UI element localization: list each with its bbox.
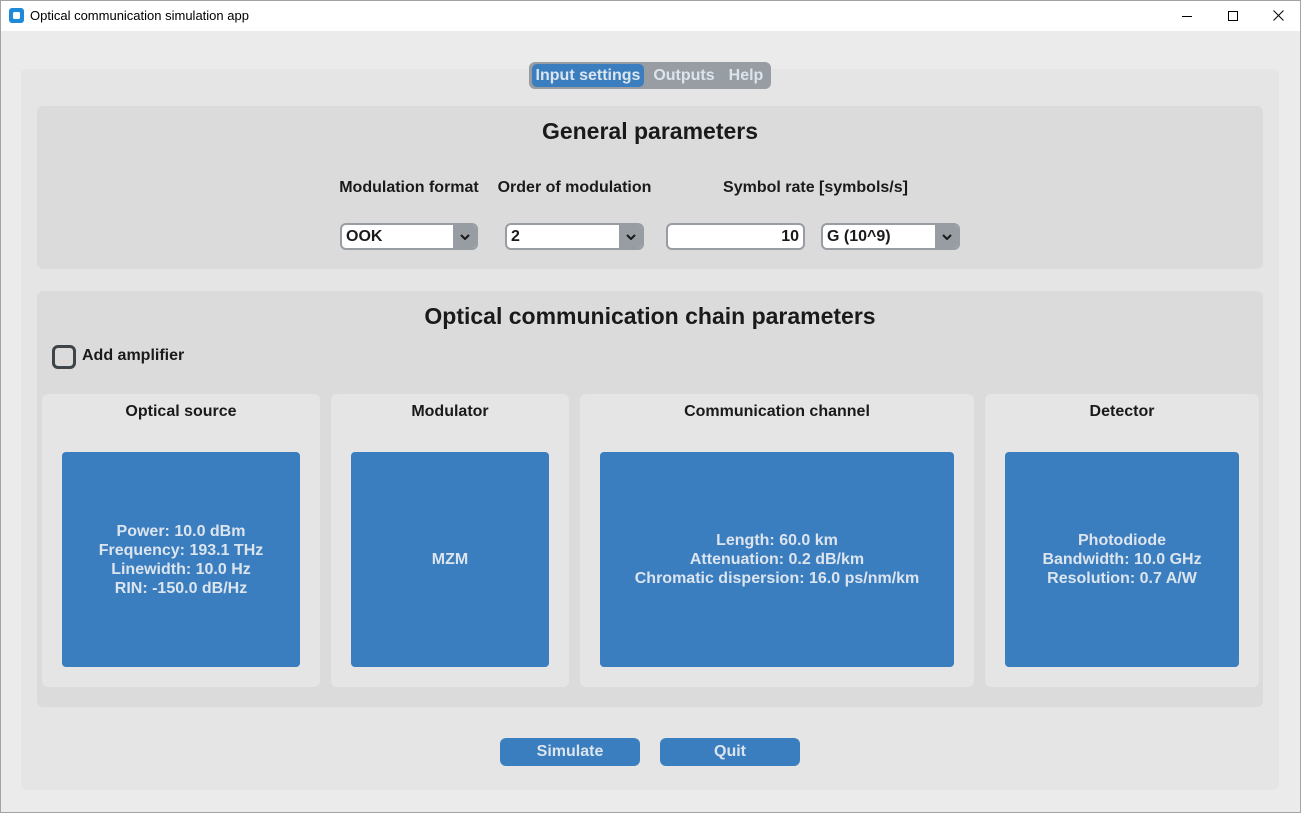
modulator-title: Modulator xyxy=(411,403,489,420)
modulator-panel: Modulator MZM xyxy=(331,394,569,687)
maximize-button[interactable] xyxy=(1210,0,1256,31)
detector-panel: Detector Photodiode Bandwidth: 10.0 GHz … xyxy=(985,394,1259,687)
symbol-rate-label: Symbol rate [symbols/s] xyxy=(723,179,908,196)
title-bar[interactable]: Optical communication simulation app xyxy=(0,0,1301,31)
general-parameters-title: General parameters xyxy=(541,118,759,144)
add-amplifier-checkbox[interactable] xyxy=(52,345,76,369)
chevron-down-icon xyxy=(625,233,636,240)
modulation-format-select[interactable]: OOK xyxy=(340,223,478,250)
optical-source-linewidth: Linewidth: 10.0 Hz xyxy=(111,560,251,578)
channel-length: Length: 60.0 km xyxy=(716,532,838,549)
chevron-down-icon xyxy=(459,233,470,240)
channel-attenuation: Attenuation: 0.2 dB/km xyxy=(689,551,865,568)
maximize-icon xyxy=(1228,10,1238,21)
app-icon xyxy=(9,8,24,23)
optical-source-power: Power: 10.0 dBm xyxy=(116,522,246,540)
detector-bandwidth: Bandwidth: 10.0 GHz xyxy=(1042,551,1202,568)
communication-channel-title: Communication channel xyxy=(684,403,870,420)
optical-source-title: Optical source xyxy=(125,403,237,420)
tab-switcher: Input settings Outputs Help xyxy=(529,62,771,89)
tab-outputs[interactable]: Outputs xyxy=(644,64,724,87)
symbol-rate-unit-dropdown-button[interactable] xyxy=(935,225,958,248)
chevron-down-icon xyxy=(941,233,952,240)
modulator-button[interactable]: MZM xyxy=(351,452,549,667)
close-button[interactable] xyxy=(1256,0,1301,31)
detector-title: Detector xyxy=(1089,403,1155,420)
detector-resolution: Resolution: 0.7 A/W xyxy=(1047,570,1197,587)
optical-source-frequency: Frequency: 193.1 THz xyxy=(98,541,264,559)
symbol-rate-input[interactable] xyxy=(666,223,805,250)
optical-source-panel: Optical source Power: 10.0 dBm Frequency… xyxy=(42,394,320,687)
symbol-rate-unit-value: G (10^9) xyxy=(827,228,891,245)
general-parameters-panel: General parameters Modulation format Ord… xyxy=(37,106,1263,269)
order-of-modulation-label: Order of modulation xyxy=(497,179,652,196)
chain-parameters-panel: Optical communication chain parameters A… xyxy=(37,291,1263,707)
window-title: Optical communication simulation app xyxy=(30,8,249,23)
chain-parameters-title: Optical communication chain parameters xyxy=(424,303,876,329)
order-of-modulation-select[interactable]: 2 xyxy=(505,223,644,250)
modulator-type: MZM xyxy=(431,551,469,568)
quit-button[interactable]: Quit xyxy=(660,738,800,766)
modulation-format-label: Modulation format xyxy=(339,179,479,196)
communication-channel-button[interactable]: Length: 60.0 km Attenuation: 0.2 dB/km C… xyxy=(600,452,954,667)
close-icon xyxy=(1273,10,1284,21)
modulation-format-value: OOK xyxy=(346,228,383,245)
communication-channel-panel: Communication channel Length: 60.0 km At… xyxy=(580,394,974,687)
order-of-modulation-value: 2 xyxy=(511,228,520,245)
optical-source-rin: RIN: -150.0 dB/Hz xyxy=(114,579,248,597)
modulation-format-dropdown-button[interactable] xyxy=(453,225,476,248)
simulate-button[interactable]: Simulate xyxy=(500,738,640,766)
add-amplifier-label[interactable]: Add amplifier xyxy=(82,346,184,366)
channel-chromatic-dispersion: Chromatic dispersion: 16.0 ps/nm/km xyxy=(634,570,920,587)
detector-type: Photodiode xyxy=(1078,532,1166,549)
optical-source-button[interactable]: Power: 10.0 dBm Frequency: 193.1 THz Lin… xyxy=(62,452,300,667)
symbol-rate-unit-select[interactable]: G (10^9) xyxy=(821,223,960,250)
tab-help[interactable]: Help xyxy=(724,64,768,87)
tab-input-settings[interactable]: Input settings xyxy=(532,64,644,87)
minimize-icon xyxy=(1182,15,1192,17)
order-of-modulation-dropdown-button[interactable] xyxy=(619,225,642,248)
detector-button[interactable]: Photodiode Bandwidth: 10.0 GHz Resolutio… xyxy=(1005,452,1239,667)
minimize-button[interactable] xyxy=(1164,0,1210,31)
